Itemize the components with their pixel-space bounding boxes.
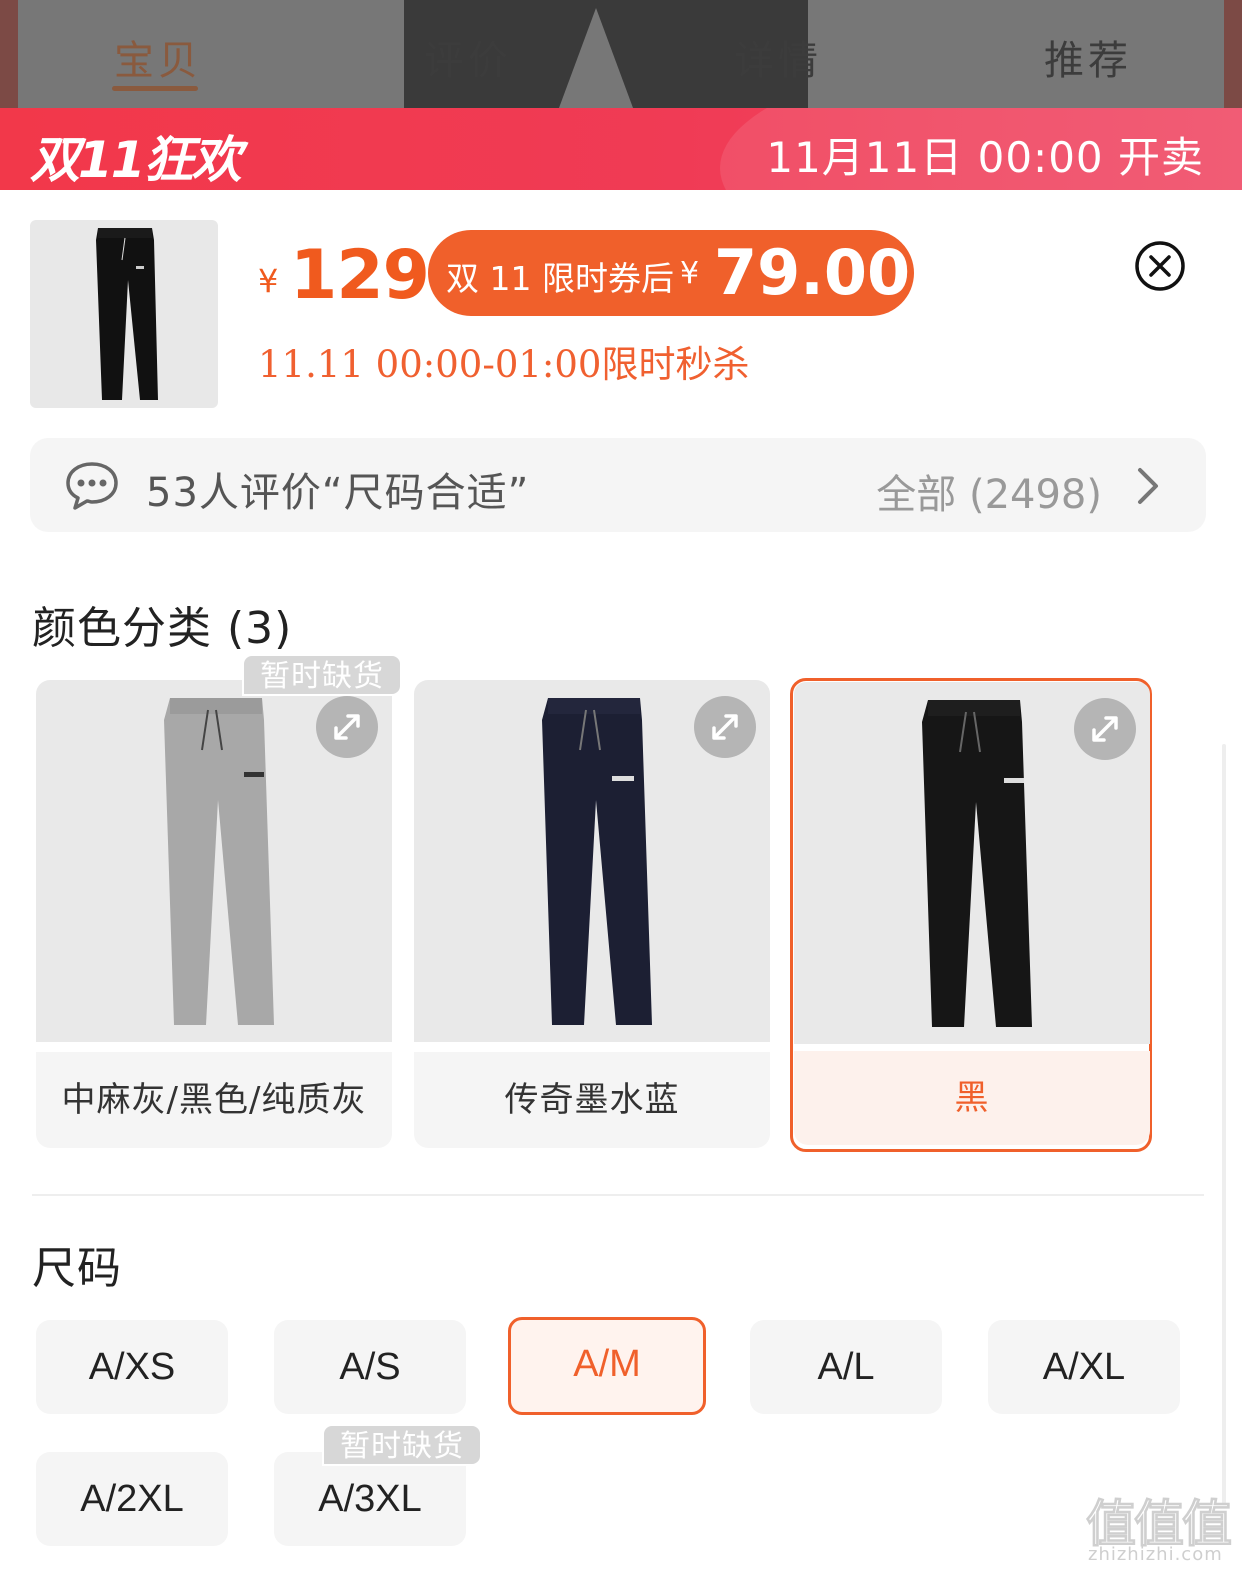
pants-thumbnail-image [96, 228, 158, 400]
size-option-l[interactable]: A/L [750, 1320, 942, 1414]
all-reviews-count[interactable]: 全部 (2498) [876, 462, 1102, 520]
size-option-s[interactable]: A/S [274, 1320, 466, 1414]
coupon-label: 双 11 限时券后 [446, 259, 674, 298]
background-pants-gap [556, 8, 636, 108]
color-option-navy[interactable]: 传奇墨水蓝 [414, 680, 772, 1150]
product-thumbnail[interactable] [30, 220, 218, 408]
close-icon[interactable] [1134, 240, 1186, 292]
expand-icon[interactable] [1074, 698, 1136, 760]
chat-bubble-icon [64, 460, 120, 512]
color-option-image [414, 680, 770, 1042]
size-option-2xl[interactable]: A/2XL [36, 1452, 228, 1546]
color-option-image [36, 680, 392, 1042]
top-nav-bar: 宝贝 评价 详情 推荐 [0, 0, 1242, 108]
product-price: 129 [290, 236, 430, 315]
watermark-logo: 值值值 zhizhizhi.com [1086, 1484, 1236, 1574]
color-option-label: 黑 [794, 1051, 1150, 1145]
tab-recommend[interactable]: 推荐 [1044, 28, 1132, 86]
tab-details[interactable]: 详情 [734, 28, 822, 86]
out-of-stock-badge: 暂时缺货 [242, 654, 402, 696]
scrollbar[interactable] [1222, 744, 1226, 1504]
nav-edge-right [1224, 0, 1242, 108]
size-option-m[interactable]: A/M [508, 1317, 706, 1415]
size-option-xl[interactable]: A/XL [988, 1320, 1180, 1414]
sale-start-time: 11月11日 00:00 开卖 [766, 133, 1204, 182]
nav-edge-left [0, 0, 18, 108]
color-section-title: 颜色分类 (3) [32, 603, 293, 654]
out-of-stock-badge: 暂时缺货 [322, 1424, 482, 1466]
tab-reviews[interactable]: 评价 [424, 28, 512, 86]
price-currency: ¥ [258, 262, 279, 300]
review-highlight: 53人评价“尺码合适” [146, 470, 530, 516]
review-summary-bar[interactable]: 53人评价“尺码合适” 全部 (2498) [30, 438, 1206, 532]
size-section-title: 尺码 [32, 1243, 122, 1294]
section-divider [32, 1194, 1204, 1196]
color-option-label: 传奇墨水蓝 [414, 1052, 770, 1148]
coupon-currency: ¥ [680, 256, 700, 291]
color-option-black[interactable]: 黑 [790, 678, 1152, 1152]
chevron-right-icon [1134, 466, 1162, 506]
flash-sale-time: 11.11 00:00-01:00限时秒杀 [258, 343, 750, 386]
tab-active-underline [112, 86, 198, 91]
tab-product[interactable]: 宝贝 [114, 28, 202, 86]
double11-logo: 双11狂欢 [30, 131, 242, 189]
coupon-price-pill: 双 11 限时券后 ¥ 79.00 [428, 230, 914, 316]
expand-icon[interactable] [316, 696, 378, 758]
expand-icon[interactable] [694, 696, 756, 758]
color-option-gray[interactable]: 中麻灰/黑色/纯质灰 [36, 680, 394, 1150]
coupon-price: 79.00 [714, 236, 911, 309]
watermark-domain: zhizhizhi.com [1088, 1544, 1223, 1565]
color-option-label: 中麻灰/黑色/纯质灰 [36, 1052, 392, 1148]
color-option-image [794, 682, 1150, 1044]
double11-banner: 双11狂欢 11月11日 00:00 开卖 [0, 108, 1242, 190]
size-option-xs[interactable]: A/XS [36, 1320, 228, 1414]
